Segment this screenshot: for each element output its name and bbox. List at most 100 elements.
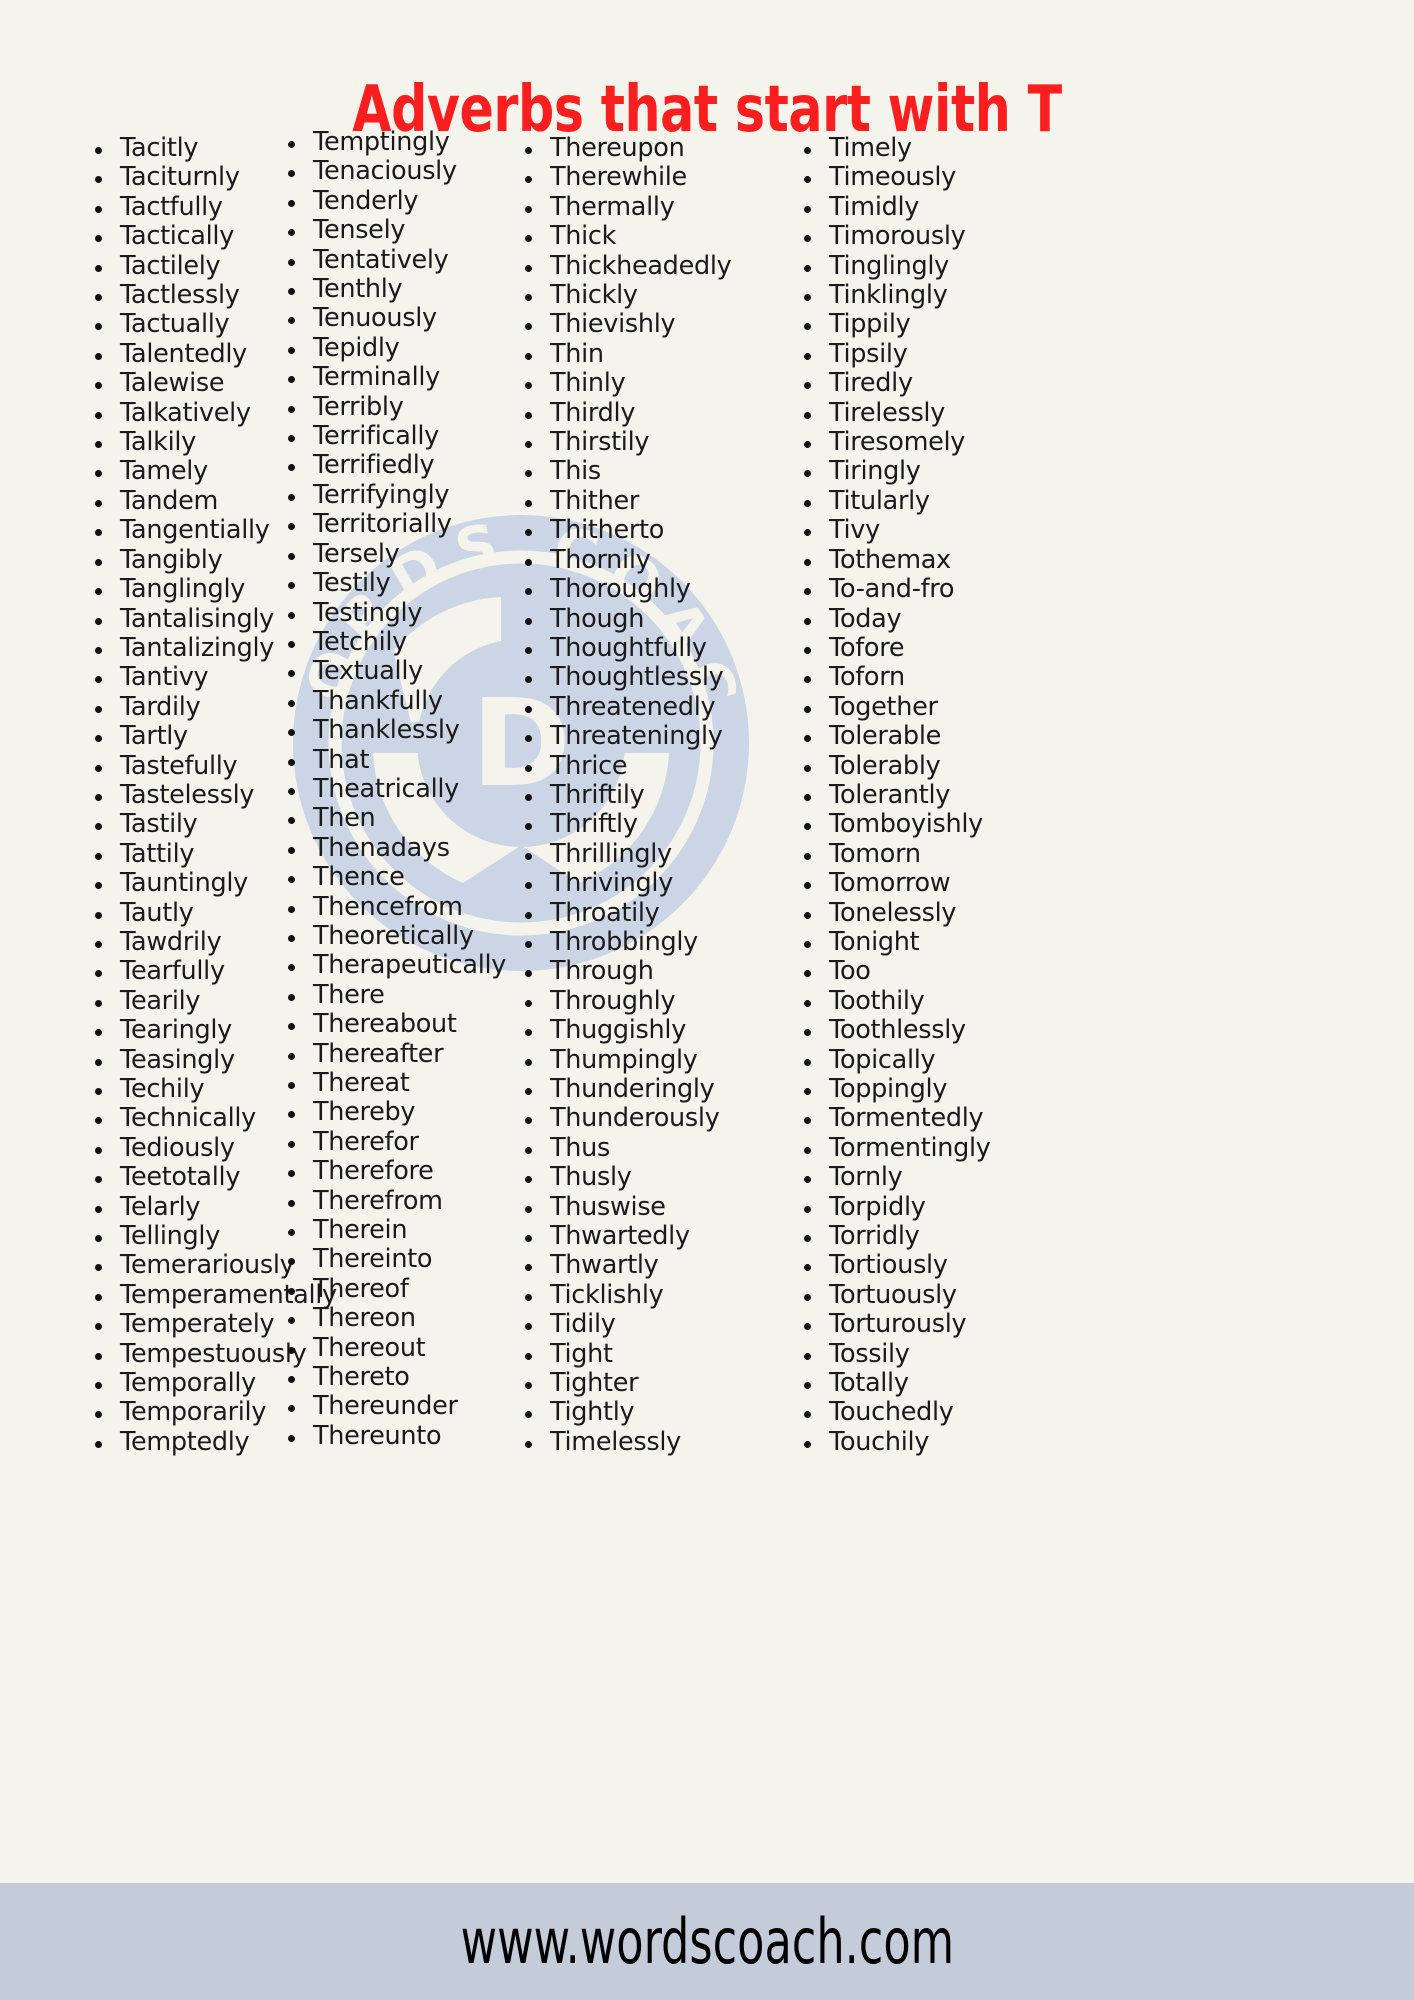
list-item: Touchily xyxy=(797,1427,1085,1457)
list-item: Too xyxy=(797,956,1085,986)
word-column-3: Thereupon Therewhile Thermally Thick Thickhe… xyxy=(510,133,785,1457)
list-item: Tepidly xyxy=(281,333,510,363)
list-item: Tautly xyxy=(88,898,255,928)
list-item: Tacitly xyxy=(88,133,255,163)
list-item: Thwartly xyxy=(518,1251,785,1280)
list-item: Territorially xyxy=(281,509,510,539)
list-item: Thunderously xyxy=(518,1104,785,1133)
list-item: Textually xyxy=(281,656,510,686)
list-item: Tastefully xyxy=(88,751,255,781)
list-item: Today xyxy=(797,604,1085,634)
list-item: Terrifically xyxy=(281,421,510,451)
list-item: Thunderingly xyxy=(518,1074,785,1104)
word-column-4: Timely Timeously Timidly Timorously Tingling… xyxy=(785,133,1085,1457)
list-item: Tighter xyxy=(518,1368,785,1398)
list-item: Tolerable xyxy=(797,721,1085,751)
list-item: Throatily xyxy=(518,898,785,928)
list-item: Tenuously xyxy=(281,304,510,333)
list-item: Tearily xyxy=(88,986,255,1016)
list-item: Thus xyxy=(518,1133,785,1163)
list-item: Tauntingly xyxy=(88,868,255,898)
list-item: Tiredly xyxy=(797,368,1085,398)
list-item: Thirdly xyxy=(518,398,785,428)
list-item: Thereunto xyxy=(281,1421,510,1451)
list-item: Tolerably xyxy=(797,751,1085,781)
list-item: Thencefrom xyxy=(281,892,510,922)
word-column-2: Temptingly Tenaciously Tenderly Tensely Tent… xyxy=(255,127,510,1451)
list-item: Technically xyxy=(88,1104,256,1133)
list-item: Tantalisingly xyxy=(88,604,274,634)
list-item: Torturously xyxy=(797,1309,1085,1339)
list-item: Thereto xyxy=(281,1362,510,1392)
list-item: Thither xyxy=(518,486,785,516)
list-item: Tomorn xyxy=(797,839,1085,869)
list-item: There xyxy=(281,980,510,1010)
list-item: Tomboyishly xyxy=(797,809,1085,839)
list-item: Thievishly xyxy=(518,310,785,339)
list-item: Thereat xyxy=(281,1068,510,1098)
list-item: Temerariously xyxy=(88,1251,295,1280)
list-item: Tearfully xyxy=(88,956,255,986)
list-item: Tenderly xyxy=(281,186,510,216)
list-item: To-and-fro xyxy=(797,574,1085,604)
list-item: Thereabout xyxy=(281,1009,510,1039)
list-item: Thoughtfully xyxy=(518,633,785,663)
list-item: Tawdrily xyxy=(88,927,255,957)
list-item: Tactfully xyxy=(88,192,255,222)
list-item: Thereafter xyxy=(281,1039,510,1069)
list-item: Therapeutically xyxy=(281,950,510,980)
list-item: Topically xyxy=(797,1045,1085,1075)
list-item: Thereon xyxy=(281,1303,510,1333)
list-item: Tastily xyxy=(88,809,255,839)
list-item: Thumpingly xyxy=(518,1045,785,1075)
list-item: Thanklessly xyxy=(281,715,510,745)
list-item: Tivy xyxy=(797,515,1085,545)
list-item: Therewhile xyxy=(518,163,785,192)
list-item: Tonight xyxy=(797,927,1085,957)
list-item: Timidly xyxy=(797,192,1085,222)
list-item: Tormentingly xyxy=(797,1133,1085,1163)
list-item: Thornily xyxy=(518,545,785,575)
list-item: Tanglingly xyxy=(88,574,255,604)
list-item: Tediously xyxy=(88,1133,255,1163)
list-item: Ticklishly xyxy=(518,1280,785,1310)
list-item: Thickly xyxy=(518,280,785,310)
list-item: Timely xyxy=(797,133,1085,163)
list-item: Thinly xyxy=(518,368,785,398)
list-item: Telarly xyxy=(88,1192,255,1222)
list-item: Tactically xyxy=(88,221,255,251)
list-item: Thereinto xyxy=(281,1245,510,1274)
list-item: Thereunder xyxy=(281,1392,510,1421)
list-item: Therefrom xyxy=(281,1186,510,1216)
list-item: Thitherto xyxy=(518,515,785,545)
list-item: Tattily xyxy=(88,839,255,869)
list-item: Tinklingly xyxy=(797,280,1085,310)
list-item: Thickheadedly xyxy=(518,251,785,281)
list-item: Therefore xyxy=(281,1156,510,1186)
list-item: Thin xyxy=(518,339,785,369)
list-item: This xyxy=(518,457,785,486)
list-item: Thuggishly xyxy=(518,1015,785,1045)
list-item: Talkily xyxy=(88,427,255,457)
list-item: Tofore xyxy=(797,633,1085,663)
list-item: Tantalizingly xyxy=(88,633,274,663)
list-item: Thrillingly xyxy=(518,839,785,869)
list-item: Tempestuously xyxy=(88,1339,307,1369)
list-item: Tactually xyxy=(88,310,255,339)
list-item: Thriftly xyxy=(518,809,785,839)
word-list-3: Thereupon Therewhile Thermally Thick Thickhe… xyxy=(518,133,785,1457)
list-item: Terminally xyxy=(281,362,510,392)
list-item: Tantivy xyxy=(88,662,255,692)
list-item: Thrice xyxy=(518,751,785,781)
list-item: Toothlessly xyxy=(797,1015,1085,1045)
list-item: Tolerantly xyxy=(797,780,1085,810)
list-item: Though xyxy=(518,604,785,634)
list-item: Tightly xyxy=(518,1398,785,1427)
list-item: Tandem xyxy=(88,486,255,516)
list-item: Tonelessly xyxy=(797,898,1085,928)
list-item: Tinglingly xyxy=(797,251,1085,281)
list-item: Tamely xyxy=(88,457,255,486)
list-item: Tetchily xyxy=(281,627,510,657)
list-item: Tirelessly xyxy=(797,398,1085,428)
list-item: Tearingly xyxy=(88,1015,255,1045)
